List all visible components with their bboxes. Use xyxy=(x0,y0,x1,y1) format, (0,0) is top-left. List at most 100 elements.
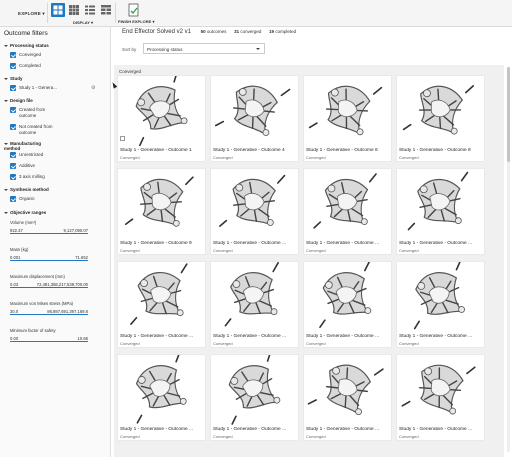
outcome-card[interactable]: Study 1 - Generative - Outcome ... Conver… xyxy=(304,262,391,347)
outcome-name: Study 1 - Generative - Outcome ... xyxy=(399,241,473,246)
group-study[interactable]: Study xyxy=(4,76,23,81)
outcome-thumbnail xyxy=(313,173,377,229)
outcome-card[interactable]: Study 1 - Generative - Outcome ... Conver… xyxy=(397,355,484,440)
outcome-name: Study 1 - Generative - Outcome ... xyxy=(306,427,380,432)
checkbox-checked-icon[interactable] xyxy=(10,85,16,91)
outcome-name: Study 1 - Generative - Outcome ... xyxy=(399,334,473,339)
gallery-scrollbar[interactable] xyxy=(507,67,510,452)
outcome-card[interactable]: Study 1 - Generative - Outcome 9 Converge… xyxy=(118,169,205,254)
outcome-count: 50 outcomes xyxy=(201,29,227,34)
range-label: Maximum von Mises stress (MPa) xyxy=(10,301,74,306)
outcome-status: Converged xyxy=(213,341,233,346)
range-slider[interactable] xyxy=(10,341,88,342)
checkbox-label: Study 1 - Genera... xyxy=(19,85,58,90)
outcome-status: Converged xyxy=(399,341,419,346)
group-manufacturing-method[interactable]: Manufacturing method xyxy=(4,141,54,151)
completed-count: 19 completed xyxy=(269,29,296,34)
range-slider[interactable] xyxy=(10,287,88,288)
group-synthesis-method[interactable]: Synthesis method xyxy=(4,187,49,192)
count-label: outcomes xyxy=(206,29,227,34)
explore-menu[interactable]: EXPLORE ▾ xyxy=(18,11,45,17)
list-view-icon[interactable] xyxy=(83,3,97,17)
checkbox-checked-icon[interactable] xyxy=(10,152,16,158)
outcome-status: Converged xyxy=(213,155,233,160)
chevron-down-icon xyxy=(256,48,260,50)
outcome-status: Converged xyxy=(306,341,326,346)
group-objective-ranges[interactable]: Objective ranges xyxy=(4,210,46,215)
compare-checkbox[interactable] xyxy=(120,136,125,141)
count-value: 50 xyxy=(200,29,206,34)
checkbox-label: Unrestricted xyxy=(19,152,44,157)
outcome-card[interactable]: Study 1 - Generative - Outcome ... Conver… xyxy=(397,169,484,254)
outcome-card[interactable]: Study 1 - Generative - Outcome ... Conver… xyxy=(211,169,298,254)
outcome-card[interactable]: Study 1 - Generative - Outcome ... Conver… xyxy=(118,355,205,440)
outcome-card[interactable]: Study 1 - Generative - Outcome 1 Converge… xyxy=(118,76,205,161)
outcome-card[interactable]: Study 1 - Generative - Outcome ... Conver… xyxy=(211,355,298,440)
table-view-icon[interactable] xyxy=(99,3,113,17)
outcome-status: Converged xyxy=(399,155,419,160)
outcome-name: Study 1 - Generative - Outcome ... xyxy=(306,241,380,246)
checkbox-checked-icon[interactable] xyxy=(10,52,16,58)
outcome-card[interactable]: Study 1 - Generative - Outcome ... Conver… xyxy=(304,355,391,440)
checkbox-checked-icon[interactable] xyxy=(10,124,16,130)
scrollbar-thumb[interactable] xyxy=(507,67,510,162)
toolbar: EXPLORE ▾ DISPLAY ▾ FINISH EXPLORE ▾ xyxy=(0,0,512,27)
large-thumbnail-grid-icon[interactable] xyxy=(51,3,65,17)
range-slider[interactable] xyxy=(10,314,88,315)
outcome-thumbnail xyxy=(402,85,475,135)
outcome-name: Study 1 - Generative - Outcome ... xyxy=(120,427,194,432)
finish-explore-menu[interactable]: FINISH EXPLORE ▾ xyxy=(118,19,154,24)
count-value: 31 xyxy=(234,29,240,34)
outcomes-main-area: End Effector Solved v2 v1 50 outcomes 31… xyxy=(111,27,512,457)
group-design-file[interactable]: Design file xyxy=(4,98,33,103)
outcome-filters-panel: Outcome filters Processing status Conver… xyxy=(0,27,111,457)
outcome-thumbnail xyxy=(228,355,281,425)
count-label: converged xyxy=(240,29,262,34)
outcome-name: Study 1 - Generative - Outcome 4 xyxy=(213,148,285,153)
group-processing-status[interactable]: Processing status xyxy=(4,43,49,48)
outcome-card[interactable]: Study 1 - Generative - Outcome 4 Converge… xyxy=(211,76,298,161)
outcome-thumbnail xyxy=(135,355,187,424)
range-label: Mass (kg) xyxy=(10,247,29,252)
checkbox-checked-icon[interactable] xyxy=(10,196,16,202)
outcome-card[interactable]: Study 1 - Generative - Outcome 6 Converge… xyxy=(304,76,391,161)
study-link-icon[interactable]: ⚙ xyxy=(91,85,95,91)
outcome-status: Converged xyxy=(120,341,140,346)
outcome-card[interactable]: Study 1 - Generative - Outcome ... Conver… xyxy=(304,169,391,254)
outcome-card[interactable]: Study 1 - Generative - Outcome ... Conver… xyxy=(397,262,484,347)
outcome-card[interactable]: Study 1 - Generative - Outcome ... Conver… xyxy=(211,262,298,347)
outcome-gallery[interactable]: Converged Study 1 - Generative - Outcome… xyxy=(114,65,504,457)
checkbox-label: Converged xyxy=(19,52,42,57)
checkbox-checked-icon[interactable] xyxy=(10,163,16,169)
checkbox-checked-icon[interactable] xyxy=(10,107,16,113)
chevron-down-icon xyxy=(4,211,8,214)
converged-count: 31 converged xyxy=(234,29,261,34)
outcome-thumbnail xyxy=(308,85,383,136)
range-slider[interactable] xyxy=(10,233,88,234)
checkbox-checked-icon[interactable] xyxy=(10,174,16,180)
generative-explore-window: EXPLORE ▾ DISPLAY ▾ FINISH EXPLORE ▾ Out… xyxy=(0,0,512,457)
outcome-status: Converged xyxy=(306,248,326,253)
sort-value: Processing status xyxy=(147,46,183,52)
outcome-name: Study 1 - Generative - Outcome 1 xyxy=(120,148,192,153)
outcome-card[interactable]: Study 1 - Generative - Outcome ... Conver… xyxy=(118,262,205,347)
display-menu[interactable]: DISPLAY ▾ xyxy=(73,20,93,25)
outcome-status: Converged xyxy=(120,434,140,439)
small-thumbnail-grid-icon[interactable] xyxy=(67,3,81,17)
outcome-name: Study 1 - Generative - Outcome ... xyxy=(120,334,194,339)
toolbar-divider xyxy=(47,3,48,23)
group-label: Study xyxy=(10,76,23,81)
outcome-card[interactable]: Study 1 - Generative - Outcome 8 Converge… xyxy=(397,76,484,161)
outcome-name: Study 1 - Generative - Outcome ... xyxy=(399,427,473,432)
range-label: Volume (mm³) xyxy=(10,220,37,225)
sort-dropdown[interactable]: Processing status xyxy=(143,43,265,54)
outcome-name: Study 1 - Generative - Outcome 8 xyxy=(399,148,471,153)
checkbox-label: 3 axis milling xyxy=(19,174,45,179)
finish-explore-icon[interactable] xyxy=(128,3,140,17)
outcome-status: Converged xyxy=(120,155,140,160)
outcome-status: Converged xyxy=(399,434,419,439)
range-slider[interactable] xyxy=(10,260,88,261)
checkbox-checked-icon[interactable] xyxy=(10,63,16,69)
outcome-thumbnail xyxy=(214,85,291,136)
group-label: Objective ranges xyxy=(10,210,47,215)
